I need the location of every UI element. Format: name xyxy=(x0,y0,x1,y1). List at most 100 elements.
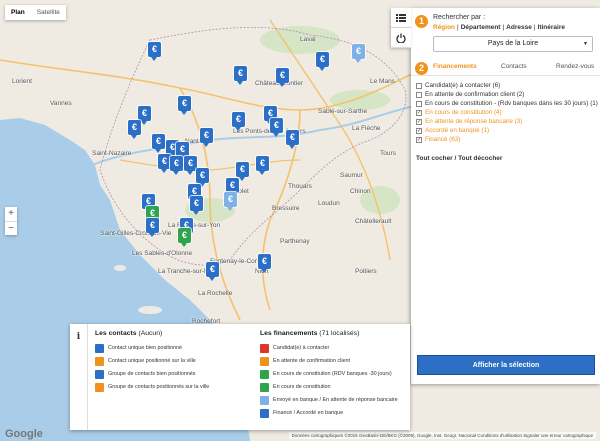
financement-marker[interactable]: € xyxy=(236,162,249,181)
financement-marker[interactable]: € xyxy=(224,192,237,211)
checkbox[interactable] xyxy=(416,83,422,89)
city-label: Saint-Nazaire xyxy=(92,150,132,157)
contact-single-city-icon xyxy=(95,356,104,366)
search-by-label: Rechercher par : xyxy=(433,14,486,21)
city-label: Châtellerault xyxy=(355,218,392,225)
financement-marker[interactable]: € xyxy=(138,106,151,125)
checkbox-checked[interactable]: ✓ xyxy=(416,119,422,125)
financement-marker[interactable]: € xyxy=(316,52,329,71)
euro-blue-icon xyxy=(260,408,269,418)
search-mode-departement[interactable]: Département xyxy=(461,24,501,31)
financement-marker[interactable]: € xyxy=(170,156,183,175)
zoom-in-button[interactable]: + xyxy=(5,207,17,221)
filter-checkbox[interactable]: ✓ En attente de réponse bancaire (3) xyxy=(416,118,598,126)
list-icon[interactable] xyxy=(391,8,411,28)
city-label: Tours xyxy=(380,150,396,157)
financement-marker[interactable]: € xyxy=(190,196,203,215)
checkbox[interactable] xyxy=(416,101,422,107)
legend-contacts-title-text: Les contacts xyxy=(95,330,137,337)
filter-tabs: 2 Financements Contacts Rendez-vous xyxy=(411,60,600,76)
legend-item: Groupe de contacts bien positionnés xyxy=(95,369,196,379)
legend-label: Candidat(e) à contacter xyxy=(273,345,330,351)
filter-checkbox[interactable]: ✓ En cours de constitution (4) xyxy=(416,109,598,117)
financement-filter-list: Candidat(e) à contacter (6) En attente d… xyxy=(416,82,598,145)
financement-marker[interactable]: € xyxy=(258,254,271,273)
map-attribution[interactable]: Données cartographiques ©2015 GeoBasis-D… xyxy=(288,432,596,439)
city-label: Poitiers xyxy=(355,268,377,275)
check-all-link[interactable]: Tout cocher xyxy=(416,155,453,162)
city-label: Parthenay xyxy=(280,238,310,245)
legend-label: Groupe de contacts bien positionnés xyxy=(108,371,196,377)
financement-marker[interactable]: € xyxy=(286,130,299,149)
step-2-badge: 2 xyxy=(415,62,428,75)
filter-label: Accordé en banque (1) xyxy=(425,127,490,134)
checkbox-checked[interactable]: ✓ xyxy=(416,110,422,116)
search-mode-links: Région | Département | Adresse | Itinéraire xyxy=(433,24,565,31)
filter-checkbox[interactable]: ✓ Financé (63) xyxy=(416,136,598,144)
financement-marker[interactable]: € xyxy=(128,120,141,139)
checkbox-checked[interactable]: ✓ xyxy=(416,137,422,143)
search-mode-itineraire[interactable]: Itinéraire xyxy=(538,24,565,31)
financement-marker[interactable]: € xyxy=(200,128,213,147)
financement-marker-green[interactable]: € xyxy=(178,228,191,247)
legend-contacts-title: Les contacts (Aucun) xyxy=(95,330,162,337)
euro-orange-icon xyxy=(260,356,269,366)
filter-label: En cours de constitution (4) xyxy=(425,109,502,116)
filter-label: En cours de constitution - (Rdv banques … xyxy=(425,100,598,107)
map-type-satellite-tab[interactable]: Satellite xyxy=(31,5,66,20)
city-label: Loudun xyxy=(318,200,340,207)
financement-marker[interactable]: € xyxy=(176,142,189,161)
checkbox[interactable] xyxy=(416,92,422,98)
legend-item: Envoyé en banque / En attente de réponse… xyxy=(260,395,398,405)
search-mode-adresse[interactable]: Adresse xyxy=(506,24,532,31)
financement-marker[interactable]: € xyxy=(206,262,219,281)
tab-rendez-vous[interactable]: Rendez-vous xyxy=(556,63,594,70)
financement-marker[interactable]: € xyxy=(152,134,165,153)
filter-checkbox[interactable]: Candidat(e) à contacter (6) xyxy=(416,82,598,90)
city-label: Vannes xyxy=(50,100,72,107)
financement-marker[interactable]: € xyxy=(276,68,289,87)
city-label: Le Mans xyxy=(370,78,395,85)
legend-panel: i Les contacts (Aucun) Contact unique bi… xyxy=(70,324,410,430)
contact-single-icon xyxy=(95,343,104,353)
contact-group-icon xyxy=(95,369,104,379)
filter-checkbox[interactable]: En cours de constitution - (Rdv banques … xyxy=(416,100,598,108)
legend-item: En attente de confirmation client xyxy=(260,356,350,366)
legend-label: Contact unique positionné sur la ville xyxy=(108,358,196,364)
uncheck-all-link[interactable]: Tout décocher xyxy=(458,155,502,162)
search-panel: 1 Rechercher par : Région | Département | Ad… xyxy=(391,8,600,384)
map-type-control: Plan Satellite xyxy=(5,5,66,20)
search-mode-region[interactable]: Région xyxy=(433,24,455,31)
tab-financements[interactable]: Financements xyxy=(433,63,477,70)
financement-marker[interactable]: € xyxy=(226,178,239,197)
euro-lightblue-icon xyxy=(260,395,269,405)
euro-green-icon xyxy=(260,369,269,379)
region-select[interactable]: Pays de la Loire ▼ xyxy=(433,36,593,52)
map-type-plan-tab[interactable]: Plan xyxy=(5,5,31,20)
info-icon[interactable]: i xyxy=(70,324,88,430)
power-icon[interactable] xyxy=(391,28,411,48)
city-label: La Flèche xyxy=(352,125,381,132)
financement-marker[interactable]: € xyxy=(256,156,269,175)
financement-marker[interactable]: € xyxy=(196,168,209,187)
city-label: Saumur xyxy=(340,172,363,179)
financement-marker[interactable]: € xyxy=(148,42,161,61)
filter-label: En attente de confirmation client (2) xyxy=(425,91,525,98)
legend-item: En cours de constitution xyxy=(260,382,331,392)
financement-marker[interactable]: € xyxy=(232,112,245,131)
tab-contacts[interactable]: Contacts xyxy=(501,63,527,70)
financement-marker[interactable]: € xyxy=(352,44,365,63)
legend-financements-title: Les financements (71 localisés) xyxy=(260,330,359,337)
financement-marker[interactable]: € xyxy=(270,118,283,137)
financement-marker[interactable]: € xyxy=(178,96,191,115)
filter-checkbox[interactable]: ✓ Accordé en banque (1) xyxy=(416,127,598,135)
financement-marker[interactable]: € xyxy=(146,218,159,237)
city-label: Sablé-sur-Sarthe xyxy=(318,108,368,115)
filter-checkbox[interactable]: En attente de confirmation client (2) xyxy=(416,91,598,99)
checkbox-checked[interactable]: ✓ xyxy=(416,128,422,134)
legend-fin-count: (71 localisés) xyxy=(317,330,360,337)
financement-marker[interactable]: € xyxy=(234,66,247,85)
legend-contacts-count: (Aucun) xyxy=(136,330,163,337)
show-selection-button[interactable]: Afficher la sélection xyxy=(417,355,595,375)
zoom-out-button[interactable]: − xyxy=(5,221,17,235)
